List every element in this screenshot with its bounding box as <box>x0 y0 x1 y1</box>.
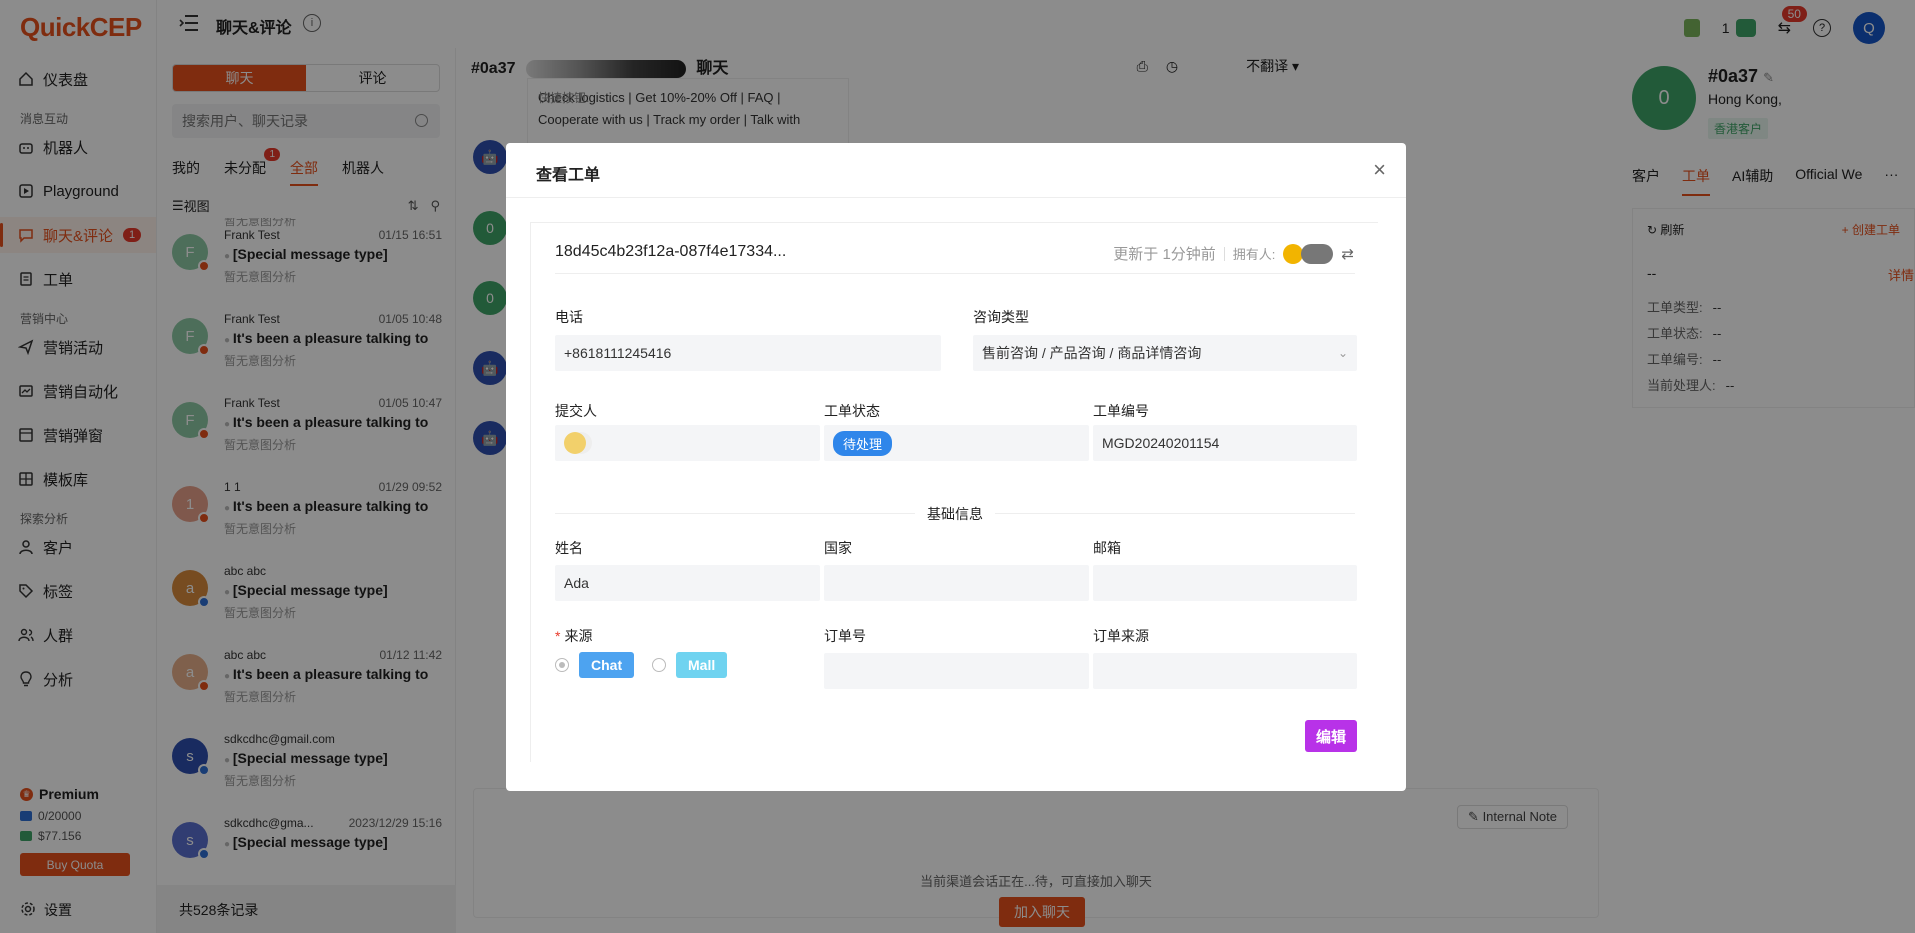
consult-type-label: 咨询类型 <box>973 309 1029 325</box>
order-number-field[interactable] <box>824 653 1089 689</box>
source-option-mall[interactable]: Mall <box>652 652 728 678</box>
owner-avatar <box>1283 243 1304 264</box>
country-field[interactable] <box>824 565 1089 601</box>
updated-time: 更新于 1分钟前 <box>1113 246 1216 263</box>
ticket-meta: 更新于 1分钟前 拥有人: ⇄ <box>1113 243 1354 264</box>
name-label: 姓名 <box>555 540 583 556</box>
phone-value: +8618111245416 <box>564 345 672 361</box>
chevron-down-icon: ⌄ <box>1337 346 1348 360</box>
order-source-field[interactable] <box>1093 653 1357 689</box>
view-ticket-modal: 查看工单 × 18d45c4b23f12a-087f4e17334... 更新于… <box>506 143 1406 791</box>
email-label: 邮箱 <box>1093 540 1121 556</box>
order-number-label: 订单号 <box>824 628 866 644</box>
close-icon[interactable]: × <box>1373 157 1386 183</box>
status-badge: 待处理 <box>833 430 893 456</box>
phone-label: 电话 <box>555 309 583 325</box>
source-chip-chat: Chat <box>579 652 635 678</box>
submitter-avatar <box>564 432 586 454</box>
modal-title: 查看工单 <box>506 143 1406 198</box>
owner-label: 拥有人: <box>1232 247 1276 262</box>
redacted-owner <box>1301 243 1334 264</box>
submitter-label: 提交人 <box>555 403 597 419</box>
ticket-body: 18d45c4b23f12a-087f4e17334... 更新于 1分钟前 拥… <box>530 222 1378 762</box>
phone-field[interactable]: +8618111245416 <box>555 335 941 371</box>
edit-button[interactable]: 编辑 <box>1305 720 1357 752</box>
email-field[interactable] <box>1093 565 1357 601</box>
source-label: * 来源 <box>555 626 592 646</box>
status-field[interactable]: 待处理 <box>824 425 1089 461</box>
submitter-field <box>555 425 820 461</box>
transfer-icon[interactable]: ⇄ <box>1341 245 1354 263</box>
status-label: 工单状态 <box>824 403 880 419</box>
divider <box>1223 246 1225 261</box>
name-value: Ada <box>564 575 589 591</box>
source-chip-mall: Mall <box>676 652 728 678</box>
source-option-chat[interactable]: Chat <box>555 652 635 678</box>
ticket-number-field: MGD20240201154 <box>1093 425 1357 461</box>
consult-type-select[interactable]: 售前咨询 / 产品咨询 / 商品详情咨询 ⌄ <box>973 335 1357 371</box>
consult-type-value: 售前咨询 / 产品咨询 / 商品详情咨询 <box>982 345 1202 361</box>
ticket-id: 18d45c4b23f12a-087f4e17334... <box>555 243 787 260</box>
country-label: 国家 <box>824 540 852 556</box>
divider <box>555 273 1355 274</box>
ticket-number-label: 工单编号 <box>1093 403 1149 419</box>
radio-mall[interactable] <box>652 658 666 672</box>
section-title: 基础信息 <box>555 504 1355 524</box>
order-source-label: 订单来源 <box>1093 628 1149 644</box>
radio-chat[interactable] <box>555 658 569 672</box>
source-label-text: 来源 <box>564 628 593 644</box>
ticket-number-value: MGD20240201154 <box>1102 435 1220 451</box>
required-mark: * <box>555 628 561 644</box>
name-field[interactable]: Ada <box>555 565 820 601</box>
